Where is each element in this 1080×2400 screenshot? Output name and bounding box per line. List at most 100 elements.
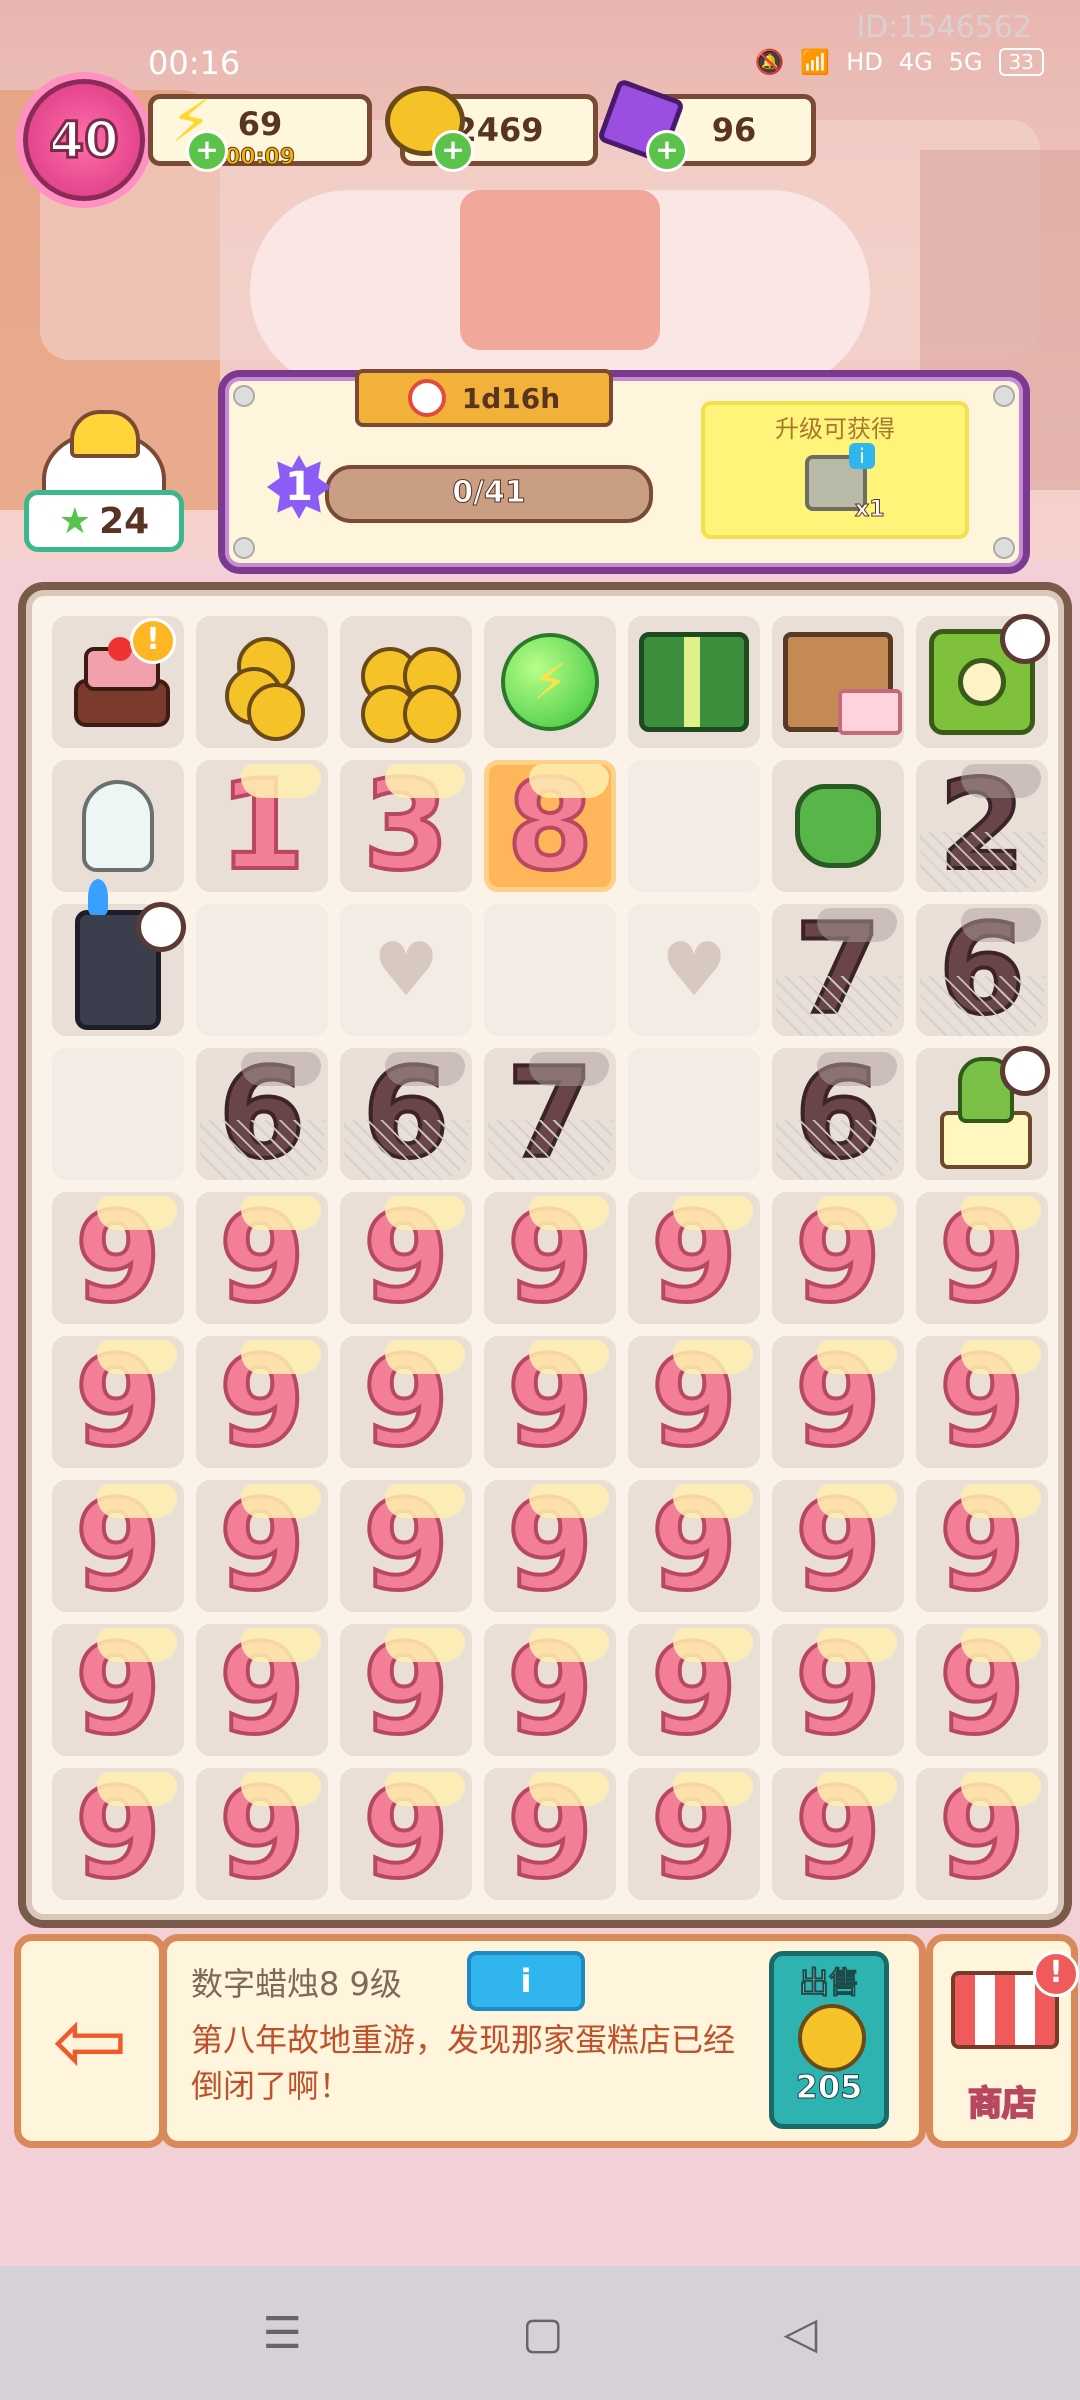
board-cell[interactable]: 9: [766, 1618, 910, 1762]
board-cell[interactable]: 9: [334, 1618, 478, 1762]
add-coins-button[interactable]: +: [432, 130, 474, 172]
add-energy-button[interactable]: +: [186, 130, 228, 172]
board-cell[interactable]: ⚡: [478, 610, 622, 754]
cobweb-icon: [920, 976, 1044, 1036]
board-cell[interactable]: 6: [766, 1042, 910, 1186]
board-cell[interactable]: 9: [478, 1186, 622, 1330]
board-cell[interactable]: 9: [766, 1186, 910, 1330]
board-cell[interactable]: 9: [46, 1186, 190, 1330]
board-cell[interactable]: 9: [334, 1474, 478, 1618]
menu-nav-button[interactable]: ☰: [263, 2308, 302, 2359]
cobweb-icon: [776, 976, 900, 1036]
board-cell[interactable]: [910, 610, 1054, 754]
board-cell[interactable]: 2: [910, 754, 1054, 898]
board-cell[interactable]: [46, 1042, 190, 1186]
reward-info-button[interactable]: i: [849, 443, 875, 469]
event-panel[interactable]: 1d16h 0/41 1 升级可获得 i x1: [218, 369, 1030, 574]
board-cell[interactable]: 9: [478, 1330, 622, 1474]
board-cell[interactable]: 9: [766, 1762, 910, 1906]
board-cell[interactable]: 1: [190, 754, 334, 898]
event-level-badge: 1: [267, 455, 331, 519]
number-candle-icon: 9: [505, 1186, 610, 1330]
board-cell[interactable]: 3: [334, 754, 478, 898]
number-candle-icon: 9: [649, 1330, 754, 1474]
number-candle-icon: 9: [505, 1762, 610, 1906]
coin-stack-icon: [351, 627, 461, 743]
cobweb-icon: [776, 1120, 900, 1180]
board-cell[interactable]: 7: [766, 898, 910, 1042]
board-cell[interactable]: 9: [622, 1762, 766, 1906]
board-cell[interactable]: 9: [478, 1618, 622, 1762]
back-nav-button[interactable]: ◁: [784, 2308, 818, 2359]
board-cell[interactable]: 9: [622, 1330, 766, 1474]
board-cell[interactable]: [622, 610, 766, 754]
board-cell[interactable]: [46, 754, 190, 898]
board-cell[interactable]: 9: [190, 1762, 334, 1906]
board-cell[interactable]: [910, 1042, 1054, 1186]
board-cell[interactable]: 9: [910, 1762, 1054, 1906]
board-cell[interactable]: 9: [622, 1186, 766, 1330]
board-cell[interactable]: 9: [478, 1474, 622, 1618]
battery-icon: 33: [998, 48, 1044, 76]
exit-button[interactable]: ⇦: [14, 1934, 166, 2148]
event-level: 1: [285, 464, 313, 510]
network-label: 4G: [898, 48, 933, 76]
board-cell[interactable]: 9: [622, 1618, 766, 1762]
board-cell[interactable]: 7: [478, 1042, 622, 1186]
home-nav-button[interactable]: ▢: [522, 2308, 564, 2359]
board-cell[interactable]: 9: [910, 1186, 1054, 1330]
board-cell[interactable]: 9: [622, 1474, 766, 1618]
number-candle-icon: 9: [73, 1474, 178, 1618]
add-gems-button[interactable]: +: [646, 130, 688, 172]
number-candle-icon: 8: [505, 754, 610, 898]
board-cell[interactable]: 8: [478, 754, 622, 898]
board-cell[interactable]: [766, 610, 910, 754]
board-cell[interactable]: 9: [334, 1762, 478, 1906]
board-cell[interactable]: [334, 610, 478, 754]
item-info-button[interactable]: i: [467, 1951, 585, 2011]
board-cell[interactable]: ♥: [334, 898, 478, 1042]
helper-button[interactable]: ★ 24: [24, 410, 184, 552]
board-cell[interactable]: [190, 898, 334, 1042]
helper-hat-icon: [70, 410, 140, 458]
coin-icon: [403, 685, 461, 743]
board-cell[interactable]: 6: [334, 1042, 478, 1186]
player-level-badge[interactable]: 40: [16, 72, 152, 208]
board-cell[interactable]: 9: [190, 1330, 334, 1474]
board-cell[interactable]: [622, 754, 766, 898]
board-cell[interactable]: 9: [46, 1618, 190, 1762]
sell-button[interactable]: 出售 205: [769, 1951, 889, 2129]
board-cell[interactable]: 9: [190, 1618, 334, 1762]
board-cell[interactable]: [46, 879, 190, 1042]
board-cell[interactable]: 9: [910, 1330, 1054, 1474]
board-cell[interactable]: 9: [190, 1474, 334, 1618]
board-cell[interactable]: 9: [334, 1330, 478, 1474]
board-cell[interactable]: 6: [910, 898, 1054, 1042]
number-candle-icon: 9: [793, 1762, 898, 1906]
number-candle-icon: 9: [505, 1474, 610, 1618]
event-reward-title: 升级可获得: [775, 415, 895, 443]
board-cell[interactable]: 9: [910, 1474, 1054, 1618]
board-cell[interactable]: [766, 754, 910, 898]
board-cell[interactable]: 9: [766, 1330, 910, 1474]
energy-orb-icon: ⚡: [501, 633, 599, 731]
board-cell[interactable]: 9: [190, 1186, 334, 1330]
event-reward-box[interactable]: 升级可获得 i x1: [701, 401, 969, 539]
number-candle-icon: 9: [73, 1618, 178, 1762]
board-cell[interactable]: 9: [46, 1762, 190, 1906]
board-cell[interactable]: [622, 1042, 766, 1186]
board-cell[interactable]: !: [46, 610, 190, 754]
shop-button[interactable]: ! 商店: [926, 1934, 1079, 2148]
board-cell[interactable]: 9: [910, 1618, 1054, 1762]
board-cell[interactable]: 9: [766, 1474, 910, 1618]
board-cell[interactable]: 9: [46, 1330, 190, 1474]
board-cell[interactable]: 6: [190, 1042, 334, 1186]
board-cell[interactable]: 9: [334, 1186, 478, 1330]
board-cell[interactable]: 9: [478, 1762, 622, 1906]
board-cell[interactable]: 9: [46, 1474, 190, 1618]
number-candle-icon: 9: [505, 1618, 610, 1762]
battery-level: 33: [1008, 50, 1034, 74]
board-cell[interactable]: [190, 610, 334, 754]
board-cell[interactable]: ♥: [622, 898, 766, 1042]
board-cell[interactable]: [478, 898, 622, 1042]
